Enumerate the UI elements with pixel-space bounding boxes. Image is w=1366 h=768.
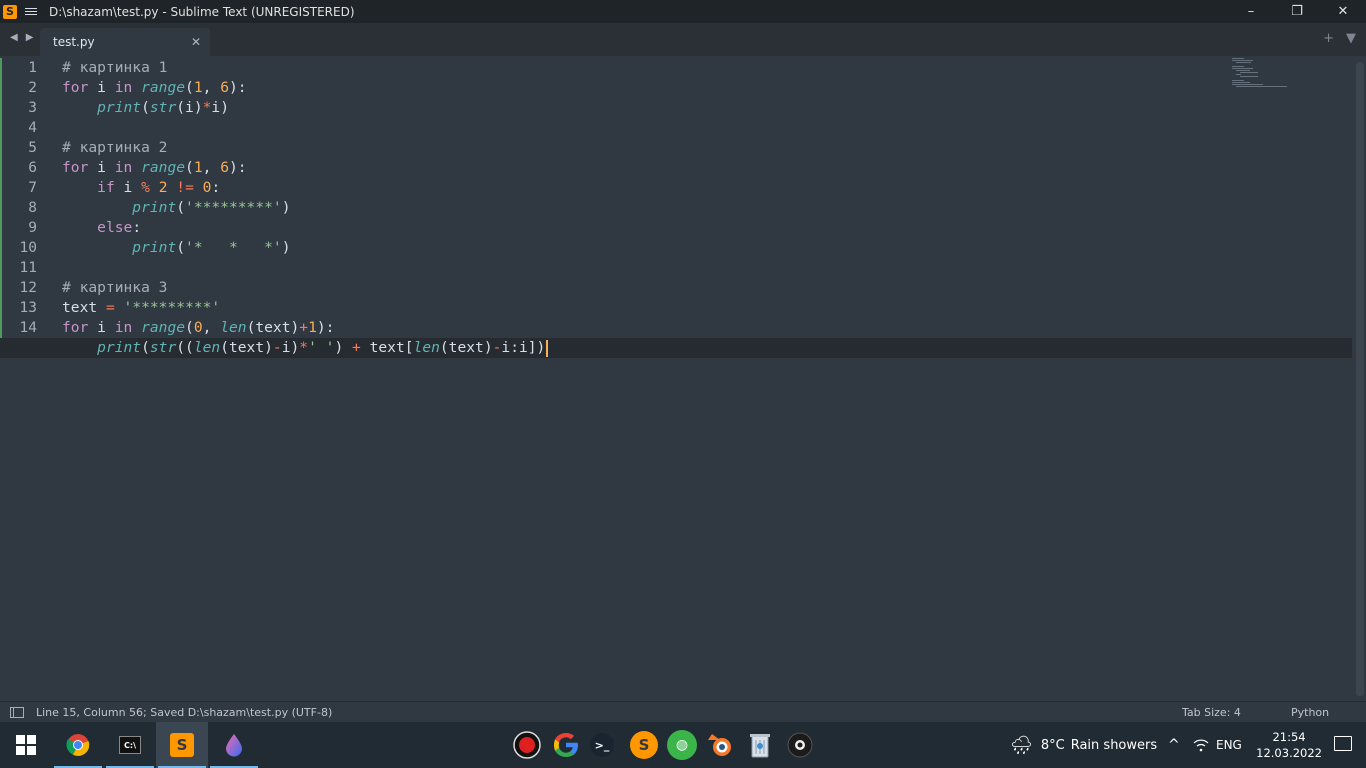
- code-line[interactable]: for i in range(1, 6):: [62, 78, 1352, 98]
- status-bar: Line 15, Column 56; Saved D:\shazam\test…: [0, 701, 1366, 722]
- syntax-indicator[interactable]: Python: [1291, 706, 1329, 719]
- chrome-icon: [66, 734, 90, 756]
- line-number: 1: [28, 60, 37, 76]
- code-line[interactable]: [62, 258, 1352, 278]
- line-number-gutter: 123456789101112131415: [0, 58, 56, 358]
- line-number: 4: [28, 120, 37, 136]
- wifi-icon[interactable]: [1193, 722, 1209, 768]
- line-number: 10: [19, 240, 37, 256]
- menu-icon[interactable]: [25, 8, 37, 15]
- powershell-icon: >_: [590, 733, 614, 757]
- taskbar-chrome[interactable]: [52, 722, 104, 768]
- green-app-icon: ◍: [667, 730, 697, 760]
- line-number: 7: [28, 180, 37, 196]
- sublime-app-icon[interactable]: S: [3, 4, 17, 19]
- tab-test-py[interactable]: test.py ✕: [40, 28, 210, 56]
- code-line[interactable]: print('*********'): [62, 198, 1352, 218]
- minimize-button[interactable]: –: [1228, 0, 1274, 23]
- obs-icon: [787, 732, 813, 758]
- recycle-bin-icon: [750, 734, 770, 758]
- code-line[interactable]: if i % 2 != 0:: [62, 178, 1352, 198]
- code-line[interactable]: print('* * *'): [62, 238, 1352, 258]
- sublime-text-icon: S: [170, 733, 194, 757]
- panel-toggle-icon[interactable]: [10, 707, 24, 718]
- clock[interactable]: 21:54 12.03.2022: [1256, 729, 1322, 761]
- editor-area[interactable]: 123456789101112131415 # картинка 1for i …: [0, 56, 1356, 701]
- clock-date: 12.03.2022: [1256, 746, 1322, 760]
- text-cursor: [546, 339, 549, 357]
- taskbar: C:\ S >_ S ◍ 🌧 8°C Rain showers ^ ENG 21…: [0, 722, 1366, 768]
- tab-dropdown-icon[interactable]: ▼: [1346, 31, 1356, 46]
- window-title: D:\shazam\test.py - Sublime Text (UNREGI…: [49, 4, 355, 19]
- clock-time: 21:54: [1272, 730, 1306, 744]
- code-line[interactable]: [62, 118, 1352, 138]
- code-line[interactable]: for i in range(0, len(text)+1):: [62, 318, 1352, 338]
- weather-temperature: 8°C: [1040, 737, 1065, 753]
- sublime-icon: S: [630, 731, 658, 759]
- tab-close-icon[interactable]: ✕: [191, 35, 201, 49]
- taskbar-terminal[interactable]: C:\: [104, 722, 156, 768]
- minimap[interactable]: [1232, 58, 1288, 92]
- notification-icon[interactable]: [1334, 736, 1352, 751]
- terminal-icon: C:\: [119, 736, 141, 754]
- windows-icon: [16, 735, 36, 755]
- tray-overflow-icon[interactable]: ^: [1168, 722, 1180, 768]
- code-content[interactable]: # картинка 1 for i in range(1, 6): print(…: [0, 58, 1352, 358]
- start-button[interactable]: [0, 722, 52, 768]
- line-number: 14: [19, 320, 37, 336]
- line-number: 13: [19, 300, 37, 316]
- taskbar-sublime-text[interactable]: S: [156, 722, 208, 768]
- code-line[interactable]: # картинка 2: [62, 138, 1352, 158]
- close-button[interactable]: ✕: [1320, 0, 1366, 23]
- blender-icon: [708, 734, 731, 756]
- forward-arrow-icon[interactable]: ▶: [26, 32, 34, 43]
- code-line[interactable]: # картинка 3: [62, 278, 1352, 298]
- code-line[interactable]: for i in range(1, 6):: [62, 158, 1352, 178]
- rain-cloud-icon: 🌧: [1010, 734, 1033, 756]
- weather-condition: Rain showers: [1070, 737, 1158, 753]
- line-number: 5: [28, 140, 37, 156]
- status-text: Line 15, Column 56; Saved D:\shazam\test…: [36, 706, 333, 719]
- line-number: 12: [19, 280, 37, 296]
- record-icon: [513, 731, 541, 759]
- line-number: 2: [28, 80, 37, 96]
- tab-bar: ◀ ▶ test.py ✕ + ▼: [0, 23, 1366, 56]
- title-bar: S D:\shazam\test.py - Sublime Text (UNRE…: [0, 0, 1366, 23]
- line-number: 3: [28, 100, 37, 116]
- line-number: 9: [28, 220, 37, 236]
- code-line[interactable]: print(str(i)*i): [62, 98, 1352, 118]
- code-line[interactable]: # картинка 1: [62, 58, 1352, 78]
- vertical-scrollbar[interactable]: [1356, 62, 1364, 696]
- drop-icon: [226, 734, 242, 757]
- language-indicator[interactable]: ENG: [1216, 722, 1242, 768]
- back-arrow-icon[interactable]: ◀: [10, 32, 18, 43]
- code-line[interactable]: else:: [62, 218, 1352, 238]
- code-line[interactable]: text = '*********': [62, 298, 1352, 318]
- taskbar-obs[interactable]: [774, 722, 826, 768]
- maximize-button[interactable]: ❐: [1274, 0, 1320, 23]
- weather-widget[interactable]: 🌧 8°C Rain showers: [1010, 722, 1157, 768]
- line-number: 6: [28, 160, 37, 176]
- tab-size-indicator[interactable]: Tab Size: 4: [1182, 706, 1241, 719]
- new-tab-icon[interactable]: +: [1323, 31, 1334, 46]
- code-line[interactable]: print(str((len(text)-i)*' ') + text[len(…: [0, 338, 1352, 358]
- taskbar-drop-app[interactable]: [208, 722, 260, 768]
- line-number: 8: [28, 200, 37, 216]
- tab-label: test.py: [53, 35, 95, 49]
- line-number: 11: [19, 260, 37, 276]
